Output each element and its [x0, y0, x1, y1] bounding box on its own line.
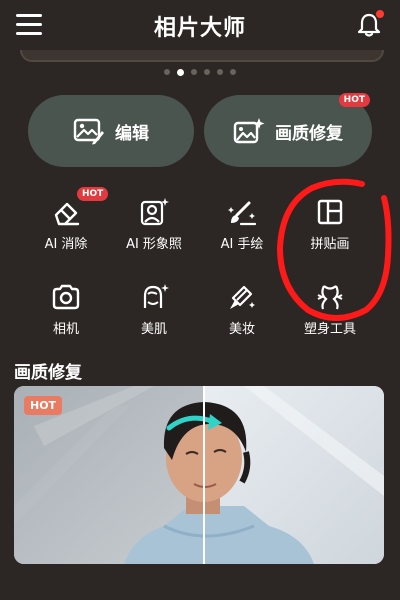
carousel-dot	[191, 69, 197, 75]
tool-ai-drawing[interactable]: AI 手绘	[197, 197, 287, 252]
notification-dot	[376, 10, 384, 18]
portrait-image	[14, 386, 384, 564]
collage-icon	[317, 199, 343, 225]
carousel-dot-active	[177, 68, 184, 76]
eraser-icon	[54, 202, 80, 226]
banner-carousel[interactable]	[20, 50, 384, 62]
tool-makeup[interactable]: 美妆	[197, 282, 287, 337]
tool-label: 美妆	[228, 322, 255, 337]
quality-repair-card[interactable]: HOT	[14, 386, 384, 564]
body-shape-icon	[317, 285, 343, 310]
carousel-dot	[230, 69, 236, 75]
hot-badge: HOT	[338, 93, 370, 107]
lipstick-icon	[230, 285, 255, 309]
image-sparkle-icon	[233, 118, 265, 144]
carousel-dot	[217, 69, 223, 75]
tool-ai-portrait[interactable]: AI 形象照	[109, 197, 199, 252]
section-title: 画质修复	[14, 363, 82, 383]
top-bar: 相片大师	[0, 0, 400, 50]
quality-repair-button[interactable]: 画质修复 HOT	[204, 93, 372, 167]
face-sparkle-icon	[143, 284, 169, 308]
carousel-dot	[164, 69, 170, 75]
portrait-sparkle-icon	[140, 198, 169, 226]
tool-label: AI 手绘	[220, 237, 264, 252]
tool-collage[interactable]: 拼贴画	[285, 197, 375, 252]
quality-repair-label: 画质修复	[275, 123, 343, 144]
bell-icon[interactable]	[356, 10, 384, 38]
tool-label: AI 消除	[44, 237, 88, 252]
brush-sparkle-icon	[228, 201, 257, 226]
edit-button[interactable]: 编辑	[28, 95, 194, 167]
tool-label: 塑身工具	[303, 322, 356, 337]
image-edit-icon	[73, 118, 104, 145]
tool-label: AI 形象照	[126, 237, 182, 252]
carousel-indicator	[0, 68, 400, 76]
carousel-dot	[204, 69, 210, 75]
tool-body-shape[interactable]: 塑身工具	[285, 282, 375, 337]
tool-skin-beauty[interactable]: 美肌	[109, 282, 199, 337]
tool-camera[interactable]: 相机	[21, 282, 111, 337]
tool-label: 美肌	[140, 322, 167, 337]
tool-label: 相机	[52, 322, 79, 337]
hot-badge: HOT	[77, 187, 109, 201]
tool-label: 拼贴画	[310, 237, 350, 252]
edit-label: 编辑	[115, 123, 149, 144]
bottom-area	[0, 570, 400, 600]
app-title: 相片大师	[153, 16, 246, 41]
hot-badge: HOT	[24, 396, 63, 415]
tool-ai-erase[interactable]: AI 消除 HOT	[21, 187, 111, 252]
app-screen: 相片大师 编辑 画质修复 HOT AI 消除 HOT AI 形象照 AI 手绘 …	[0, 0, 400, 600]
camera-icon	[52, 284, 80, 310]
